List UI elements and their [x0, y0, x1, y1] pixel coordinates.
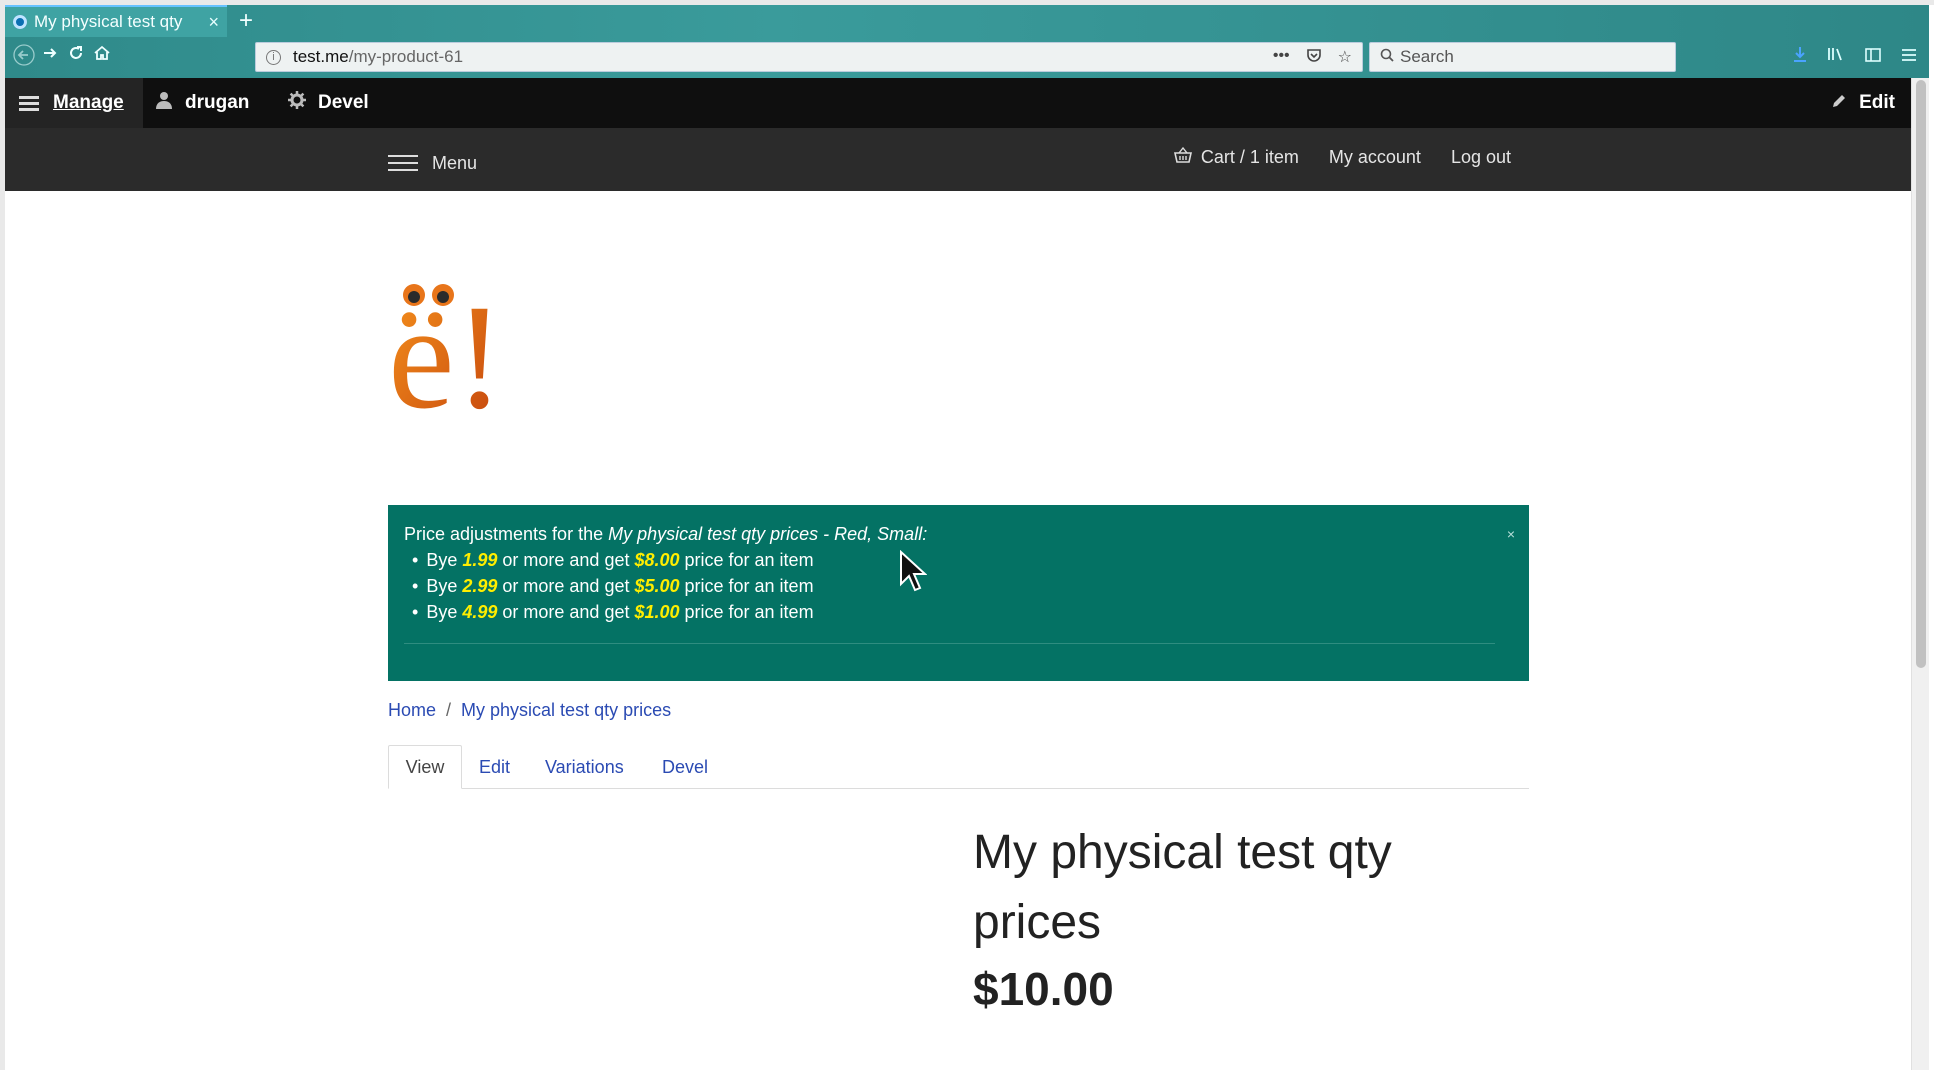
price-adjustment-item: Bye 4.99 or more and get $1.00 price for… [412, 599, 1513, 625]
site-info-icon[interactable]: i [266, 49, 281, 65]
search-placeholder: Search [1400, 47, 1454, 66]
status-divider [404, 643, 1495, 644]
browser-tab-title: My physical test qty [34, 12, 183, 31]
price-adjustment-item: Bye 2.99 or more and get $5.00 price for… [412, 573, 1513, 599]
tab-variations[interactable]: Variations [545, 745, 624, 789]
cart-link[interactable]: Cart / 1 item [1173, 146, 1299, 168]
reload-icon[interactable] [67, 44, 85, 68]
back-arrow-icon[interactable] [13, 44, 35, 72]
quantity-value: 1.99 [462, 550, 498, 570]
drupal-favicon-icon [13, 15, 27, 29]
browser-menu-icon[interactable] [1901, 46, 1917, 67]
hamburger-icon [388, 150, 418, 176]
product-price: $10.00 [973, 963, 1114, 1015]
bookmark-star-icon[interactable]: ☆ [1338, 47, 1352, 68]
nav-bar: i test.me/my-product-61 ••• ☆ Search [5, 37, 1929, 78]
breadcrumb: Home / My physical test qty prices [388, 700, 671, 721]
tab-bar: My physical test qty × + [5, 5, 1929, 37]
browser-right-tools [1793, 46, 1917, 67]
manage-toolbar-item[interactable]: Manage [5, 78, 143, 128]
tab-devel[interactable]: Devel [662, 745, 708, 789]
mouse-cursor-icon [900, 550, 927, 592]
url-host: test.me [293, 47, 349, 66]
gear-icon [288, 91, 306, 115]
adjusted-price: $5.00 [634, 576, 680, 596]
edit-toolbar-item[interactable]: Edit [1831, 78, 1895, 128]
page-actions-icon[interactable]: ••• [1273, 47, 1290, 68]
hamburger-icon [19, 93, 39, 114]
status-intro: Price adjustments for the My physical te… [404, 524, 928, 544]
page-scrollbar[interactable] [1911, 78, 1929, 1070]
sidebar-toggle-icon[interactable] [1865, 46, 1881, 67]
product-title: My physical test qty prices [973, 826, 1392, 949]
quantity-value: 2.99 [462, 576, 498, 596]
home-icon[interactable] [93, 44, 111, 68]
breadcrumb-home-link[interactable]: Home [388, 700, 436, 720]
url-path: /my-product-61 [348, 47, 464, 66]
cart-label: Cart / 1 item [1200, 147, 1299, 167]
library-icon[interactable] [1827, 46, 1845, 67]
quantity-value: 4.99 [462, 602, 498, 622]
status-message: × Price adjustments for the My physical … [388, 505, 1529, 681]
user-name: drugan [185, 92, 250, 113]
browser-chrome: My physical test qty × + i test.me/my-pr… [5, 5, 1929, 78]
menu-label: Menu [432, 152, 478, 173]
download-icon[interactable] [1793, 46, 1807, 67]
forward-arrow-icon[interactable] [41, 44, 59, 68]
adjusted-price: $8.00 [634, 550, 680, 570]
url-bar[interactable]: i test.me/my-product-61 ••• ☆ [255, 42, 1363, 72]
close-tab-icon[interactable]: × [208, 12, 219, 33]
price-adjustment-list: Bye 1.99 or more and get $8.00 price for… [412, 547, 1513, 625]
tab-edit[interactable]: Edit [479, 745, 510, 789]
status-product-name: My physical test qty prices - Red, Small [608, 524, 923, 544]
tab-view[interactable]: View [388, 745, 462, 789]
devel-label: Devel [318, 92, 369, 113]
basket-icon [1173, 146, 1197, 167]
menu-toggle[interactable]: Menu [388, 150, 477, 176]
admin-toolbar: Manage drugan Devel Edit [5, 78, 1911, 128]
adjusted-price: $1.00 [634, 602, 680, 622]
local-tasks-tabs: View Edit Variations Devel [388, 745, 1529, 789]
log-out-link[interactable]: Log out [1451, 147, 1511, 168]
my-account-link[interactable]: My account [1329, 147, 1421, 168]
search-bar[interactable]: Search [1369, 42, 1676, 72]
edit-label: Edit [1859, 92, 1895, 113]
price-adjustment-item: Bye 1.99 or more and get $8.00 price for… [412, 547, 1513, 573]
site-logo[interactable]: ë! [388, 274, 518, 440]
devel-toolbar-item[interactable]: Devel [288, 78, 369, 128]
secondary-menu: Cart / 1 item My account Log out [1173, 146, 1511, 168]
manage-label: Manage [53, 92, 124, 113]
person-icon [155, 91, 173, 115]
pencil-icon [1831, 92, 1847, 115]
user-toolbar-item[interactable]: drugan [155, 78, 249, 128]
close-message-icon[interactable]: × [1507, 521, 1515, 547]
breadcrumb-separator: / [446, 700, 452, 720]
scrollbar-thumb[interactable] [1916, 80, 1926, 668]
browser-tab[interactable]: My physical test qty × [5, 5, 227, 37]
url-tools: ••• ☆ [1273, 47, 1352, 68]
breadcrumb-current-link[interactable]: My physical test qty prices [461, 700, 671, 720]
pocket-icon[interactable] [1306, 47, 1322, 68]
search-icon [1380, 48, 1394, 66]
new-tab-button[interactable]: + [239, 7, 253, 35]
site-header: Menu Cart / 1 item My account Log out [5, 128, 1911, 191]
